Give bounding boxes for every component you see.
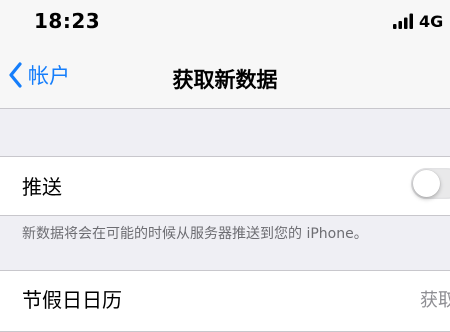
push-description: 新数据将会在可能的时候从服务器推送到您的 iPhone。 [22, 226, 368, 242]
cellular-signal-icon [393, 13, 413, 29]
status-bar: 18:23 4G [0, 0, 450, 42]
page-title: 获取新数据 [172, 68, 278, 92]
fetch-schedule-value: 获取 [420, 290, 450, 311]
account-label: 节假日日历 [22, 288, 122, 312]
navigation-bar: 帐户 获取新数据 [0, 42, 450, 109]
account-row-holiday-calendar[interactable]: 节假日日历 获取 [0, 270, 450, 332]
push-toggle[interactable] [411, 168, 450, 199]
push-label: 推送 [22, 175, 62, 199]
push-settings-cell: 推送 [0, 156, 450, 216]
status-time: 18:23 [34, 9, 101, 33]
network-type-label: 4G [419, 12, 444, 31]
toggle-knob [413, 170, 440, 197]
